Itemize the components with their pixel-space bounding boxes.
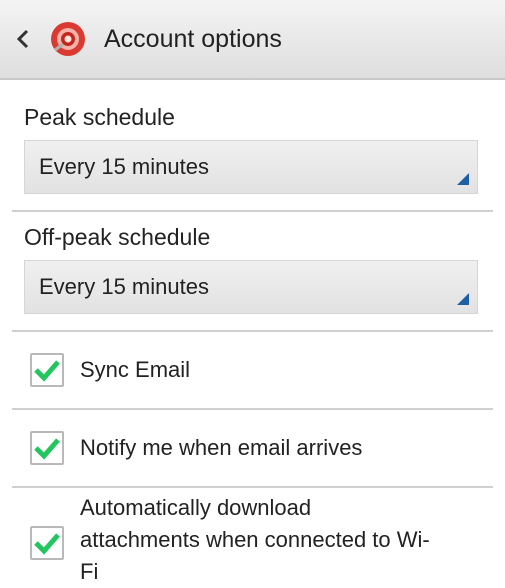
checkmark-icon: [34, 533, 60, 555]
checkmark-icon: [34, 360, 60, 382]
offpeak-schedule-dropdown[interactable]: Every 15 minutes: [24, 260, 478, 314]
dropdown-corner-icon: [457, 173, 469, 185]
chevron-left-icon: [16, 29, 29, 49]
divider: [12, 210, 493, 212]
dropdown-corner-icon: [457, 293, 469, 305]
email-app-icon: [48, 19, 88, 59]
peak-schedule-value: Every 15 minutes: [39, 154, 209, 179]
auto-download-checkbox[interactable]: [30, 526, 64, 560]
checkmark-icon: [34, 438, 60, 460]
back-button[interactable]: [0, 0, 46, 79]
auto-download-option[interactable]: Automatically download attachments when …: [0, 488, 505, 588]
action-bar: Account options: [0, 0, 505, 80]
auto-download-label: Automatically download attachments when …: [80, 492, 430, 588]
offpeak-schedule-value: Every 15 minutes: [39, 274, 209, 299]
peak-schedule-label: Peak schedule: [24, 104, 175, 130]
auto-download-label-line: Automatically download: [80, 495, 312, 520]
peak-schedule-dropdown[interactable]: Every 15 minutes: [24, 140, 478, 194]
sync-email-label: Sync Email: [80, 357, 191, 382]
notify-checkbox[interactable]: [30, 431, 64, 465]
sync-email-option[interactable]: Sync Email: [0, 332, 505, 408]
notify-option[interactable]: Notify me when email arrives: [0, 410, 505, 486]
offpeak-schedule-label: Off-peak schedule: [24, 224, 211, 250]
sync-email-checkbox[interactable]: [30, 353, 64, 387]
page-title: Account options: [104, 24, 282, 53]
auto-download-label-line: Fi: [80, 559, 99, 584]
notify-label: Notify me when email arrives: [80, 435, 363, 460]
auto-download-label-line: attachments when connected to Wi-: [80, 527, 430, 552]
